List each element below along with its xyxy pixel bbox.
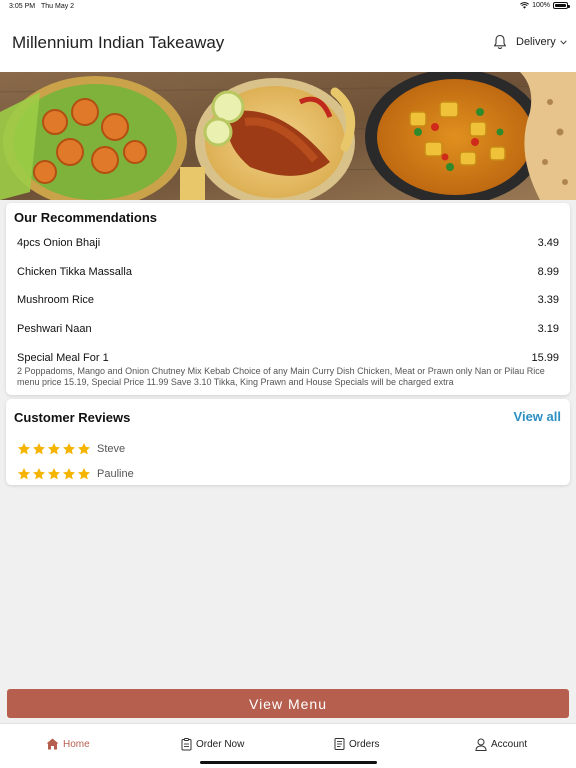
star-icon: [62, 468, 76, 480]
home-indicator: [200, 761, 377, 764]
view-menu-button[interactable]: View Menu: [7, 689, 569, 718]
receipt-icon: [334, 738, 345, 750]
wifi-icon: [520, 2, 530, 9]
restaurant-title: Millennium Indian Takeaway: [12, 33, 225, 52]
reviewer-name: Pauline: [97, 468, 134, 480]
star-icon: [32, 443, 46, 455]
tab-home[interactable]: Home: [46, 738, 90, 750]
tab-account[interactable]: Account: [475, 738, 527, 751]
item-price: 3.49: [537, 237, 559, 249]
delivery-mode-selector[interactable]: Delivery: [516, 36, 567, 48]
delivery-label: Delivery: [516, 36, 556, 48]
star-icon: [32, 468, 46, 480]
item-price: 3.39: [537, 294, 559, 306]
hero-food-image: [0, 72, 576, 200]
recommendation-item[interactable]: Mushroom Rice 3.39: [17, 294, 559, 306]
star-icon: [62, 443, 76, 455]
status-date: Thu May 2: [41, 3, 75, 10]
tab-label: Home: [63, 738, 90, 750]
item-price: 15.99: [531, 352, 559, 364]
item-name: Chicken Tikka Massalla: [17, 266, 132, 278]
item-price: 8.99: [537, 266, 559, 278]
view-all-reviews-link[interactable]: View all: [514, 409, 561, 424]
recommendation-item[interactable]: 4pcs Onion Bhaji 3.49: [17, 237, 559, 249]
recommendation-item[interactable]: Chicken Tikka Massalla 8.99: [17, 266, 559, 278]
item-name: Mushroom Rice: [17, 294, 95, 306]
recommendation-item[interactable]: Peshwari Naan 3.19: [17, 323, 559, 335]
item-name: Peshwari Naan: [17, 323, 92, 335]
customer-reviews-card: Customer Reviews View all Steve Pauline: [6, 399, 570, 485]
recommendations-card: Our Recommendations 4pcs Onion Bhaji 3.4…: [6, 203, 570, 395]
item-price: 3.19: [537, 323, 559, 335]
star-icon: [47, 443, 61, 455]
review-item: Steve: [17, 442, 125, 456]
reviewer-name: Steve: [97, 443, 126, 455]
tab-label: Order Now: [196, 739, 245, 750]
star-icon: [47, 468, 61, 480]
star-icon: [77, 443, 91, 455]
review-item: Pauline: [17, 467, 134, 481]
home-icon: [46, 738, 59, 750]
chevron-down-icon: [560, 39, 567, 45]
item-name: 4pcs Onion Bhaji: [17, 237, 101, 249]
status-time: 3:05 PM: [9, 3, 36, 10]
star-icon: [17, 443, 31, 455]
star-rating: [17, 467, 91, 481]
star-rating: [17, 442, 91, 456]
item-name: Special Meal For 1: [17, 352, 109, 364]
user-icon: [475, 738, 487, 751]
tab-orders[interactable]: Orders: [334, 738, 380, 750]
reviews-title: Customer Reviews: [14, 410, 131, 425]
star-icon: [17, 468, 31, 480]
tab-label: Orders: [349, 738, 380, 750]
bell-icon[interactable]: [493, 34, 507, 50]
recommendations-title: Our Recommendations: [14, 210, 158, 225]
app-header: Millennium Indian Takeaway Delivery: [0, 14, 576, 72]
tab-order-now[interactable]: Order Now: [181, 738, 244, 751]
special-meal-description: 2 Poppadoms, Mango and Onion Chutney Mix…: [17, 366, 545, 387]
star-icon: [77, 468, 91, 480]
order-icon: [181, 738, 192, 751]
tab-label: Account: [491, 739, 528, 750]
status-bar: 3:05 PM Thu May 2 100%: [0, 0, 576, 14]
recommendation-item[interactable]: Special Meal For 1 15.99: [17, 352, 559, 364]
battery-icon: [553, 2, 570, 9]
battery-percent: 100%: [532, 2, 550, 9]
